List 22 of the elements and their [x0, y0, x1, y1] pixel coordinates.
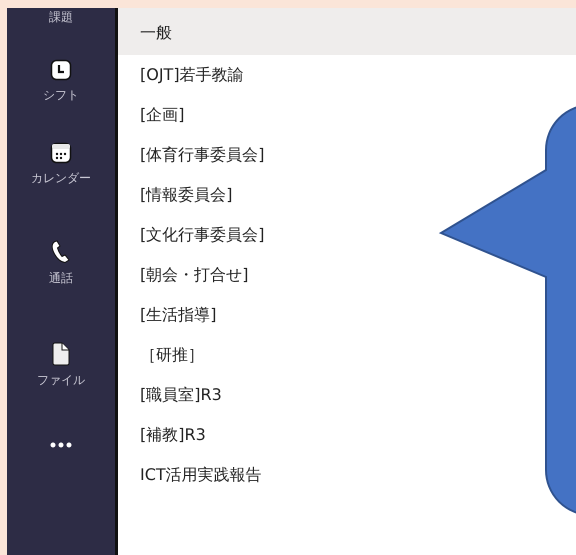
phone-icon[interactable]: [50, 240, 72, 264]
channel-item[interactable]: ［研推］: [118, 335, 440, 375]
channel-item[interactable]: [体育行事委員会]: [118, 135, 440, 175]
channel-item[interactable]: [文化行事委員会]: [118, 215, 440, 255]
channel-item[interactable]: [情報委員会]: [118, 175, 440, 215]
channel-item[interactable]: [職員室]R3: [118, 375, 440, 415]
sidebar-label[interactable]: 課題: [49, 9, 73, 26]
channel-item[interactable]: [生活指導]: [118, 295, 440, 335]
sidebar-label[interactable]: シフト: [43, 87, 79, 104]
file-icon[interactable]: [51, 342, 71, 366]
sidebar-label[interactable]: カレンダー: [31, 170, 91, 187]
channel-item[interactable]: 一般: [118, 8, 576, 55]
calendar-icon[interactable]: [50, 142, 72, 164]
channel-item[interactable]: [補教]R3: [118, 415, 440, 455]
clock-icon[interactable]: [50, 59, 72, 81]
channel-item[interactable]: [朝会・打合せ]: [118, 255, 440, 295]
channel-item[interactable]: [OJT]若手教諭: [118, 55, 440, 95]
more-icon[interactable]: [50, 442, 72, 448]
channel-item[interactable]: [企画]: [118, 95, 440, 135]
sidebar-label[interactable]: 通話: [49, 270, 73, 287]
sidebar-label[interactable]: ファイル: [37, 372, 85, 389]
channel-item[interactable]: ICT活用実践報告: [118, 455, 440, 495]
